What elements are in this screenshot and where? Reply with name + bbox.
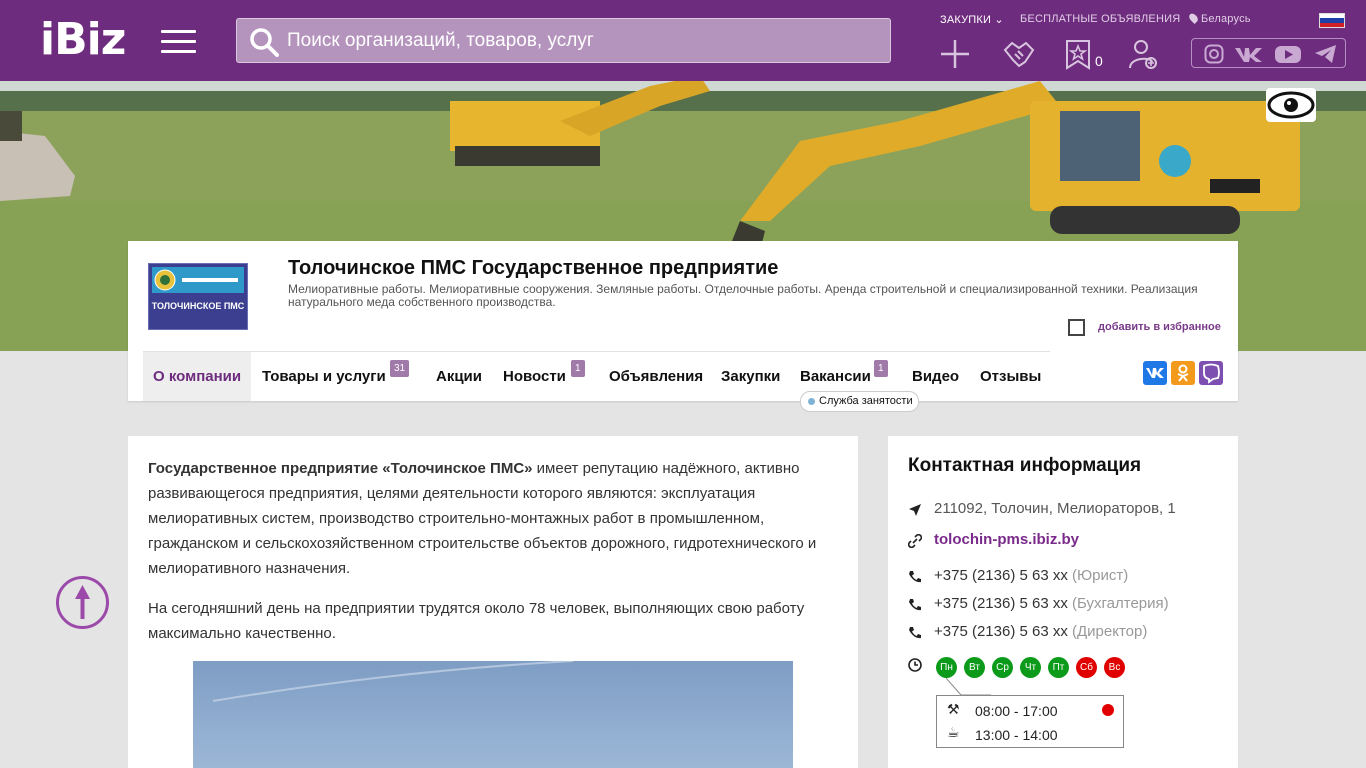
vacancies-count-badge: 1 [874,360,888,377]
location-arrow-icon [909,504,921,516]
phone-lawyer[interactable]: +375 (2136) 5 63 xx (Юрист) [934,567,1128,584]
handshake-icon[interactable] [1003,38,1035,70]
tab-video[interactable]: Видео [912,352,959,401]
youtube-icon[interactable] [1274,43,1302,65]
search-icon[interactable] [249,27,279,57]
arrow-up-icon [75,585,90,619]
tools-icon: ⚒ [947,701,960,717]
tab-news[interactable]: Новости [503,352,566,401]
phone-accounting[interactable]: +375 (2136) 5 63 xx (Бухгалтерия) [934,595,1169,612]
address-text: 211092, Толочин, Мелиораторов, 1 [934,500,1176,517]
favorites-count: 0 [1095,53,1103,69]
add-to-favorites-label[interactable]: добавить в избранное [1098,321,1221,333]
top-header: iBiz ЗАКУПКИ ⌄ БЕСПЛАТНЫЕ ОБЪЯВЛЕНИЯ Бел… [0,0,1366,81]
company-title: Толочинское ПМС Государственное предприя… [288,257,779,279]
russian-flag-icon[interactable] [1319,13,1345,28]
tab-about[interactable]: О компании [143,352,252,401]
tab-purchases[interactable]: Закупки [721,352,780,401]
company-description: Мелиоративные работы. Мелиоративные соор… [288,282,1198,309]
day-badge: Вс [1104,657,1125,678]
vk-icon[interactable] [1234,43,1264,65]
coffee-icon: ☕ [947,724,960,740]
share-odnoklassniki-icon[interactable] [1171,361,1195,385]
day-badge: Сб [1076,657,1097,678]
site-logo[interactable]: iBiz [40,18,126,62]
menu-icon[interactable] [161,30,196,53]
about-section: Государственное предприятие «Толочинское… [128,436,858,768]
website-row: tolochin-pms.ibiz.by [908,531,1228,553]
about-paragraph-1: Государственное предприятие «Толочинское… [148,456,838,581]
company-emblem [152,267,244,293]
region-selector[interactable]: Беларусь [1187,11,1251,25]
tab-promotions[interactable]: Акции [436,352,482,401]
tab-products[interactable]: Товары и услуги [262,352,386,401]
free-ads-link[interactable]: БЕСПЛАТНЫЕ ОБЪЯВЛЕНИЯ [1020,13,1180,25]
day-badge: Ср [992,657,1013,678]
employment-service-label: Служба занятости [819,395,913,407]
phone-director[interactable]: +375 (2136) 5 63 xx (Директор) [934,623,1147,640]
website-link[interactable]: tolochin-pms.ibiz.by [934,531,1079,548]
phone-icon [909,599,921,611]
scroll-to-top-button[interactable] [56,576,109,629]
phone-icon [909,571,921,583]
about-paragraph-2: На сегодняшний день на предприятии трудя… [148,600,805,642]
employment-service-icon [808,398,815,405]
company-logo-text: ТОЛОЧИНСКОЕ ПМС [151,301,245,311]
day-badge: Чт [1020,657,1041,678]
share-vk-icon[interactable] [1143,361,1167,385]
favorite-checkbox[interactable] [1068,319,1085,336]
lunch-hours: 13:00 - 14:00 [975,727,1058,743]
share-viber-icon[interactable] [1199,361,1223,385]
address-row: 211092, Толочин, Мелиораторов, 1 [908,500,1228,522]
employment-service-tag[interactable]: Служба занятости [800,391,919,412]
about-paragraph-1-text: имеет репутацию надёжного, активно разви… [148,460,817,577]
phone-row: +375 (2136) 5 63 xx (Бухгалтерия) [908,595,1228,617]
tab-ads[interactable]: Объявления [609,352,703,401]
location-pin-icon [1187,11,1200,25]
search-input[interactable] [287,19,877,62]
products-count-badge: 31 [390,360,410,377]
add-plus-icon[interactable] [939,38,971,70]
favorites-star-icon[interactable] [1064,38,1096,70]
company-photo[interactable] [193,660,793,768]
clock-icon [908,658,922,672]
work-hours: 08:00 - 17:00 [975,703,1058,719]
phone-row: +375 (2136) 5 63 xx (Юрист) [908,567,1228,589]
hours-pointer [946,678,991,696]
phone-icon [909,627,921,639]
closed-status-dot [1102,704,1114,716]
news-count-badge: 1 [571,360,585,377]
purchases-link[interactable]: ЗАКУПКИ ⌄ [940,13,1004,26]
day-badge: Пн [936,657,957,678]
accessibility-eye-icon[interactable] [1266,88,1316,122]
telegram-icon[interactable] [1314,43,1338,65]
contact-info-panel: Контактная информация 211092, Толочин, М… [888,436,1238,768]
add-user-icon[interactable] [1127,38,1159,70]
day-badge: Вт [964,657,985,678]
chevron-down-icon: ⌄ [994,14,1004,26]
company-logo: ТОЛОЧИНСКОЕ ПМС [148,263,248,330]
search-box[interactable] [236,18,891,63]
working-hours-box: ⚒ 08:00 - 17:00 ☕ 13:00 - 14:00 [936,695,1124,748]
phone-row: +375 (2136) 5 63 xx (Директор) [908,623,1228,645]
social-links [1191,38,1346,68]
instagram-icon[interactable] [1204,43,1224,65]
tab-reviews[interactable]: Отзывы [980,352,1041,401]
link-icon [908,534,922,548]
company-card: ТОЛОЧИНСКОЕ ПМС Толочинское ПМС Государс… [128,241,1238,412]
about-company-name: Государственное предприятие «Толочинское… [148,460,533,477]
day-badge: Пт [1048,657,1069,678]
contact-info-title: Контактная информация [908,455,1142,476]
